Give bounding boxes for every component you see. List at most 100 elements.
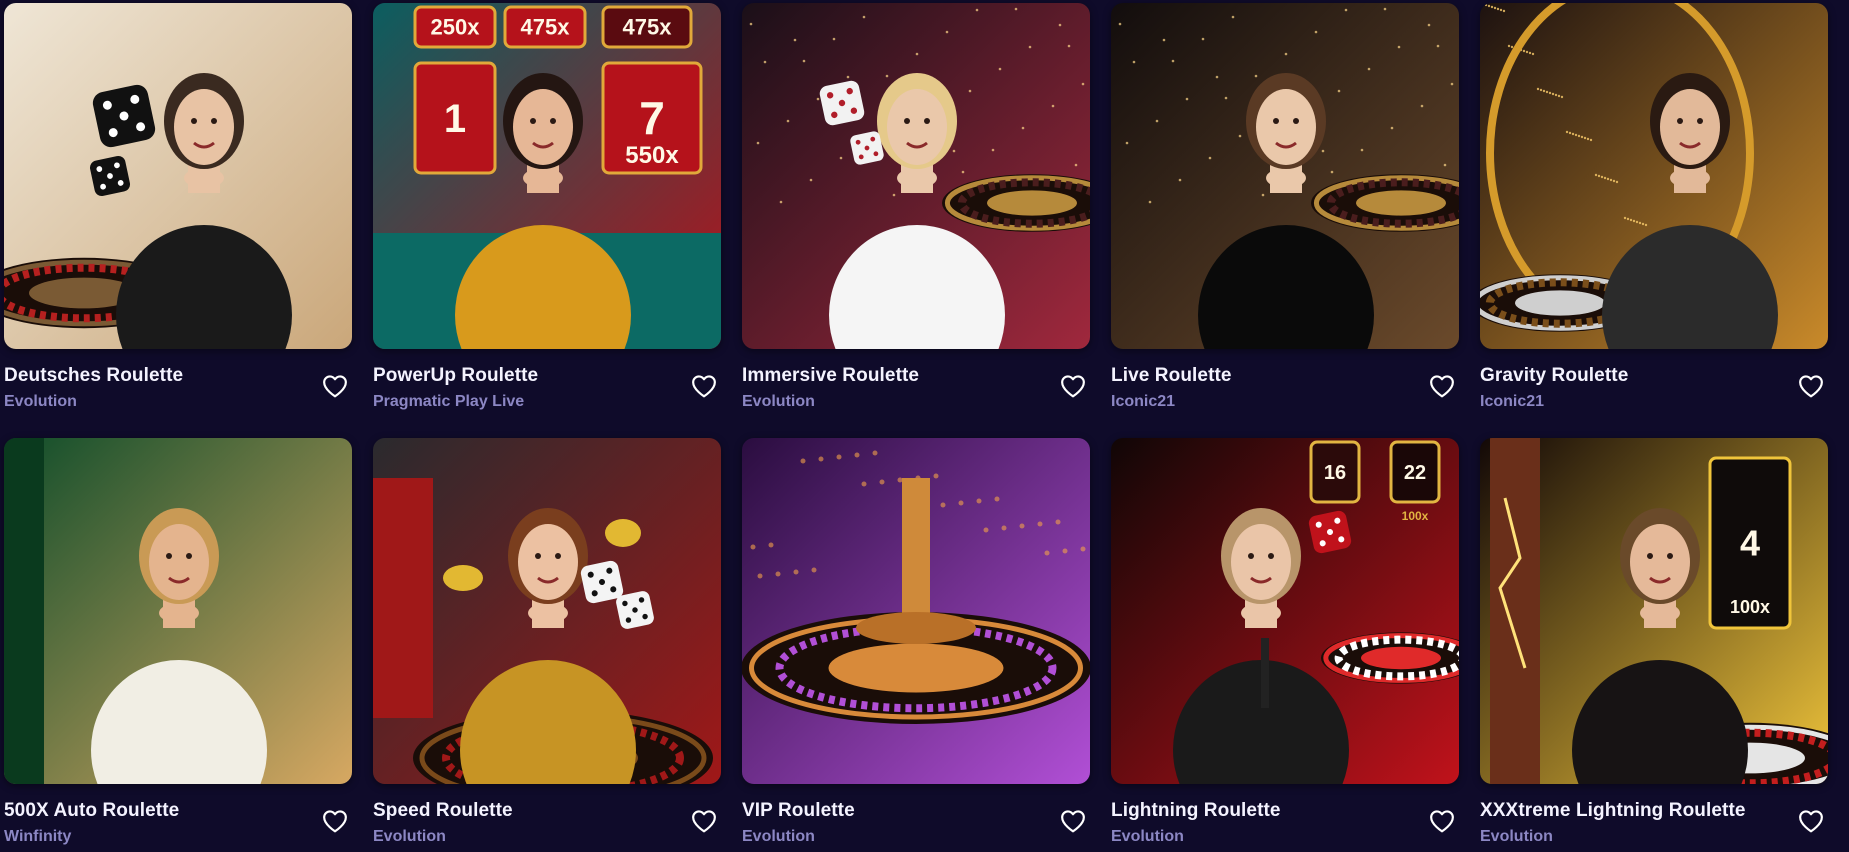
game-provider[interactable]: Iconic21 (1111, 393, 1175, 411)
multiplier-label: 4 (1740, 523, 1760, 564)
favorite-button[interactable] (689, 371, 719, 401)
thumbnail-art (4, 3, 352, 349)
game-thumbnail[interactable] (742, 438, 1090, 784)
multiplier-label: 475x (623, 15, 673, 40)
game-meta: Gravity Roulette Iconic21 (1480, 349, 1828, 411)
thumbnail-art (1480, 3, 1828, 349)
game-provider[interactable]: Evolution (4, 393, 77, 411)
multiplier-label: 22 (1404, 462, 1426, 484)
gold-pillar (1490, 438, 1540, 784)
thumbnail-art: 4 100x (1480, 438, 1828, 784)
dice-icon (819, 80, 865, 126)
dice-icon (89, 155, 131, 197)
multiplier-label: 250x (431, 15, 481, 40)
game-title[interactable]: VIP Roulette (742, 800, 855, 822)
game-title[interactable]: Gravity Roulette (1480, 365, 1628, 387)
game-title[interactable]: Lightning Roulette (1111, 800, 1281, 822)
multiplier-label: 1 (444, 97, 466, 141)
game-provider[interactable]: Pragmatic Play Live (373, 393, 524, 411)
game-thumbnail[interactable]: 250x 475x 475x 7 550x 1 (373, 3, 721, 349)
red-pillar (373, 478, 433, 718)
game-card[interactable]: 4 100x XXXtreme Lightning Roulette Evolut… (1480, 438, 1828, 846)
dice-icon (92, 84, 156, 148)
heart-outline-icon (692, 375, 716, 398)
multiplier-tile: 475x (601, 5, 693, 49)
favorite-button[interactable] (320, 371, 350, 401)
multiplier-tile: 250x (413, 5, 497, 49)
thumbnail-art (742, 438, 1090, 784)
curtain (4, 438, 44, 784)
heart-outline-icon (1799, 375, 1823, 398)
multiplier-label: 475x (521, 15, 571, 40)
game-card[interactable]: Speed Roulette Evolution (373, 438, 721, 846)
game-provider[interactable]: Evolution (742, 393, 815, 411)
game-thumbnail[interactable]: 4 100x (1480, 438, 1828, 784)
game-meta: PowerUp Roulette Pragmatic Play Live (373, 349, 721, 411)
multiplier-tile: 16 (1309, 440, 1361, 504)
game-thumbnail[interactable] (4, 3, 352, 349)
game-provider[interactable]: Iconic21 (1480, 393, 1544, 411)
game-card[interactable]: 500X Auto Roulette Winfinity (4, 438, 352, 846)
game-title[interactable]: Deutsches Roulette (4, 365, 183, 387)
game-meta: VIP Roulette Evolution (742, 784, 1090, 846)
game-title[interactable]: Speed Roulette (373, 800, 513, 822)
game-thumbnail[interactable] (1111, 3, 1459, 349)
game-provider[interactable]: Winfinity (4, 828, 71, 846)
heart-outline-icon (323, 810, 347, 833)
favorite-button[interactable] (689, 806, 719, 836)
thumbnail-art (742, 3, 1090, 349)
favorite-button[interactable] (1796, 806, 1826, 836)
game-thumbnail[interactable] (742, 3, 1090, 349)
favorite-button[interactable] (1058, 371, 1088, 401)
wheel-spindle (902, 478, 930, 628)
game-card[interactable]: VIP Roulette Evolution (742, 438, 1090, 846)
game-thumbnail[interactable] (1480, 3, 1828, 349)
favorite-button[interactable] (320, 806, 350, 836)
game-provider[interactable]: Evolution (742, 828, 815, 846)
favorite-button[interactable] (1427, 806, 1457, 836)
game-card[interactable]: 16 22 100x Lightning Roulette Evolution (1111, 438, 1459, 846)
game-card[interactable]: Live Roulette Iconic21 (1111, 3, 1459, 411)
game-card[interactable]: 250x 475x 475x 7 550x 1 PowerUp Roulette Prag… (373, 3, 721, 411)
game-thumbnail[interactable] (4, 438, 352, 784)
thumbnail-art (1111, 3, 1459, 349)
game-title[interactable]: Immersive Roulette (742, 365, 919, 387)
game-meta: XXXtreme Lightning Roulette Evolution (1480, 784, 1828, 846)
game-card[interactable]: Immersive Roulette Evolution (742, 3, 1090, 411)
heart-outline-icon (1061, 810, 1085, 833)
dice-icon (1308, 510, 1352, 554)
game-card[interactable]: Gravity Roulette Iconic21 (1480, 3, 1828, 411)
multiplier-tile: 22 (1389, 440, 1441, 504)
game-title[interactable]: Live Roulette (1111, 365, 1232, 387)
game-title[interactable]: 500X Auto Roulette (4, 800, 179, 822)
multiplier-label: 100x (1730, 597, 1770, 617)
heart-outline-icon (323, 375, 347, 398)
favorite-button[interactable] (1427, 371, 1457, 401)
multiplier-label: 550x (625, 142, 679, 169)
game-title[interactable]: XXXtreme Lightning Roulette (1480, 800, 1746, 822)
game-meta: Deutsches Roulette Evolution (4, 349, 352, 411)
game-provider[interactable]: Evolution (373, 828, 446, 846)
game-title[interactable]: PowerUp Roulette (373, 365, 538, 387)
thumbnail-art (4, 438, 352, 784)
game-meta: Lightning Roulette Evolution (1111, 784, 1459, 846)
game-meta: Live Roulette Iconic21 (1111, 349, 1459, 411)
game-thumbnail[interactable]: 16 22 100x (1111, 438, 1459, 784)
thumbnail-art: 16 22 100x (1111, 438, 1459, 784)
game-provider[interactable]: Evolution (1480, 828, 1553, 846)
game-provider[interactable]: Evolution (1111, 828, 1184, 846)
thumbnail-art (373, 438, 721, 784)
favorite-button[interactable] (1058, 806, 1088, 836)
heart-outline-icon (1061, 375, 1085, 398)
favorite-button[interactable] (1796, 371, 1826, 401)
multiplier-tile: 475x (503, 5, 587, 49)
heart-outline-icon (1430, 375, 1454, 398)
microphone (1261, 638, 1269, 708)
dice-icon (616, 591, 654, 629)
game-meta: 500X Auto Roulette Winfinity (4, 784, 352, 846)
heart-outline-icon (1430, 810, 1454, 833)
game-grid: Deutsches Roulette Evolution 250x 475x 475… (4, 3, 1849, 852)
dice-icon (850, 131, 884, 165)
game-thumbnail[interactable] (373, 438, 721, 784)
game-card[interactable]: Deutsches Roulette Evolution (4, 3, 352, 411)
